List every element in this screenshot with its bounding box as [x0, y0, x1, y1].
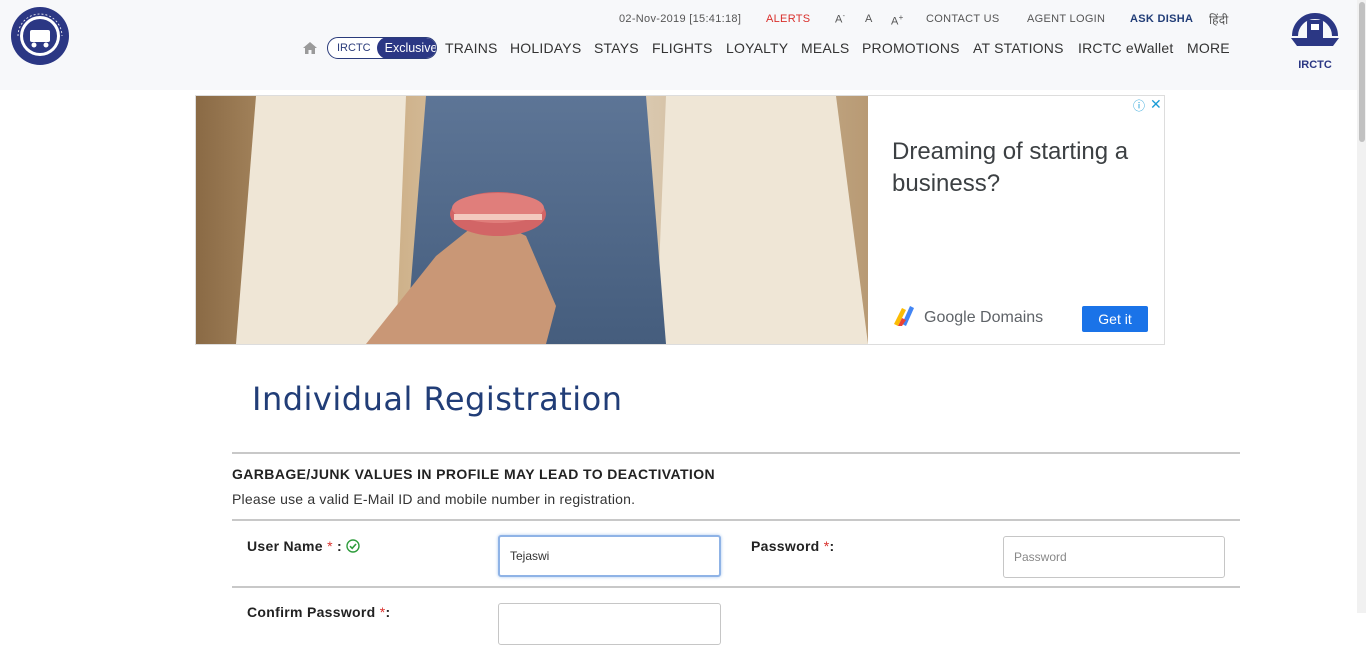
datetime-text: 02-Nov-2019 [15:41:18] [619, 13, 742, 25]
home-icon[interactable] [302, 41, 318, 55]
nav-item-at-stations[interactable]: AT STATIONS [973, 40, 1064, 56]
ad-info-icon[interactable]: ⓘ [1133, 97, 1145, 114]
ad-macaron-image[interactable] [196, 96, 868, 344]
confirm-password-input[interactable] [498, 603, 721, 645]
scrollbar-thumb[interactable] [1359, 2, 1365, 142]
google-domains-logo-icon [892, 304, 916, 331]
page-scrollbar[interactable] [1357, 0, 1366, 613]
ad-close-icon[interactable]: ✕ [1150, 96, 1162, 113]
divider [232, 519, 1240, 521]
hindi-language-link[interactable]: हिंदी [1209, 11, 1229, 28]
nav-item-holidays[interactable]: HOLIDAYS [510, 40, 581, 56]
pill-irctc-label: IRCTC [337, 42, 371, 54]
confirm-password-label: Confirm Password *: [247, 604, 391, 620]
irctc-exclusive-button[interactable]: IRCTC Exclusive [327, 37, 437, 59]
divider [232, 586, 1240, 588]
site-header: 02-Nov-2019 [15:41:18] ALERTS A- A A+ CO… [0, 0, 1366, 90]
agent-login-link[interactable]: AGENT LOGIN [1027, 13, 1105, 25]
nav-item-stays[interactable]: STAYS [594, 40, 639, 56]
irctc-logo[interactable]: IRCTC [1285, 6, 1345, 71]
page-title: Individual Registration [252, 380, 623, 418]
irctc-logo-text: IRCTC [1298, 59, 1332, 71]
font-normal-button[interactable]: A [865, 13, 873, 25]
nav-item-flights[interactable]: FLIGHTS [652, 40, 713, 56]
indian-railways-logo[interactable] [10, 6, 70, 66]
ad-brand-name: Google Domains [924, 308, 1044, 326]
nav-item-more[interactable]: MORE [1187, 40, 1230, 56]
nav-item-irctc-ewallet[interactable]: IRCTC eWallet [1078, 40, 1173, 56]
username-label: User Name * : [247, 538, 360, 556]
username-input[interactable] [498, 535, 721, 577]
registration-note: Please use a valid E-Mail ID and mobile … [232, 491, 636, 507]
alerts-link[interactable]: ALERTS [766, 13, 810, 25]
font-decrease-button[interactable]: A- [835, 13, 845, 26]
ad-brand[interactable]: Google Domains [892, 304, 1043, 331]
font-increase-button[interactable]: A+ [891, 13, 904, 28]
password-input[interactable] [1003, 536, 1225, 578]
password-label: Password *: [751, 538, 835, 554]
pill-exclusive-label: Exclusive [376, 38, 436, 58]
ad-get-it-button[interactable]: Get it [1082, 306, 1148, 332]
nav-item-meals[interactable]: MEALS [801, 40, 849, 56]
ad-headline[interactable]: Dreaming of starting a business? [892, 136, 1132, 200]
nav-item-trains[interactable]: TRAINS [445, 40, 498, 56]
username-valid-check-icon [346, 539, 360, 556]
contact-us-link[interactable]: CONTACT US [926, 13, 1000, 25]
deactivation-warning: GARBAGE/JUNK VALUES IN PROFILE MAY LEAD … [232, 466, 716, 482]
ask-disha-link[interactable]: ASK DISHA [1130, 13, 1193, 25]
advertisement-banner[interactable]: ⓘ ✕ Dreaming of starting a business? Goo… [195, 95, 1165, 345]
nav-item-loyalty[interactable]: LOYALTY [726, 40, 788, 56]
divider [232, 452, 1240, 454]
nav-item-promotions[interactable]: PROMOTIONS [862, 40, 960, 56]
